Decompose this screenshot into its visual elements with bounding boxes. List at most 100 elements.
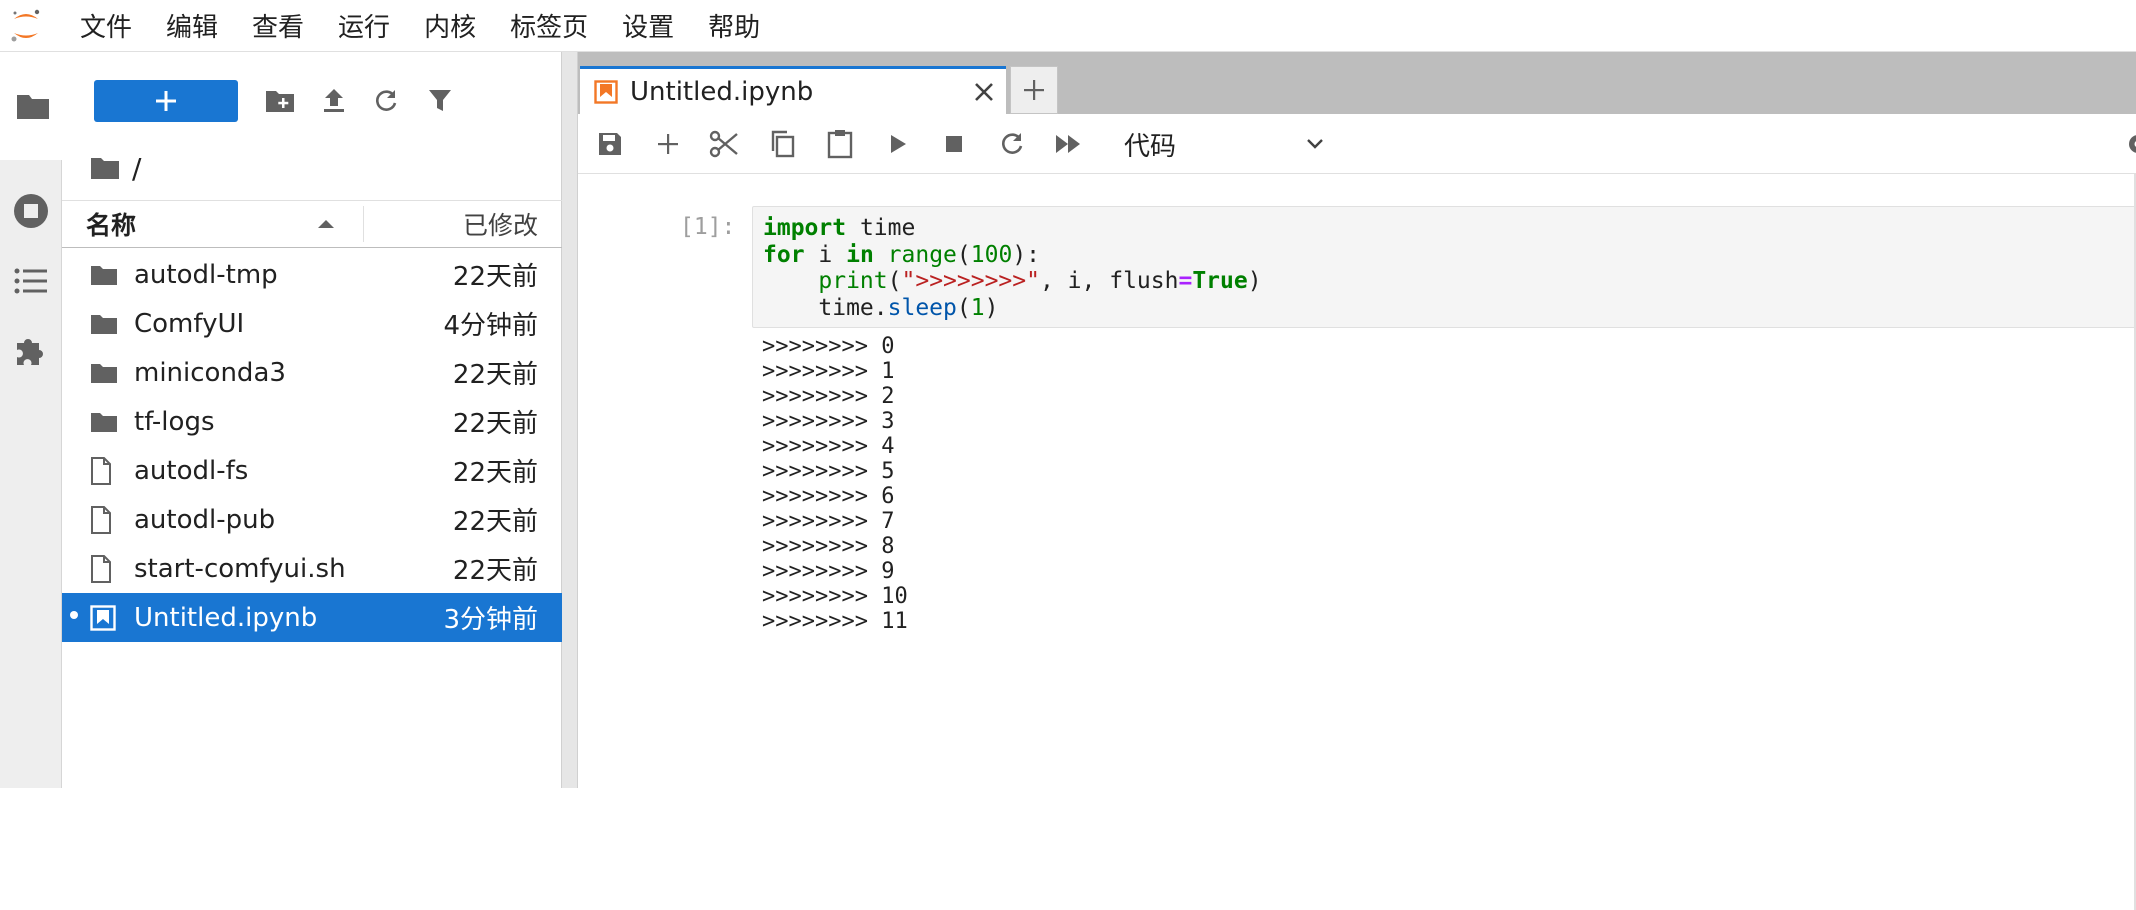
file-icon (90, 457, 112, 485)
output-value: 5 (881, 459, 894, 484)
output-value: 2 (881, 384, 894, 409)
file-name: autodl-pub (134, 505, 453, 535)
file-row-untitled-ipynb[interactable]: Untitled.ipynb 3分钟前 (62, 593, 562, 642)
file-modified: 22天前 (453, 550, 562, 587)
new-folder-icon (265, 89, 295, 113)
notebook-tab[interactable]: Untitled.ipynb (580, 66, 1006, 114)
file-modified: 22天前 (453, 256, 562, 293)
file-modified: 22天前 (453, 452, 562, 489)
play-icon (888, 133, 908, 155)
file-modified: 4分钟前 (443, 305, 562, 342)
refresh-button[interactable] (364, 80, 408, 122)
file-row-miniconda3[interactable]: miniconda3 22天前 (62, 348, 562, 397)
output-line: >>>>>>>> 4 (762, 434, 908, 459)
extension-manager-tab[interactable] (0, 316, 62, 386)
menu-kernel[interactable]: 内核 (424, 7, 476, 44)
filter-button[interactable] (418, 80, 462, 122)
plus-icon (657, 133, 679, 155)
folder-icon (16, 92, 50, 120)
menu-settings[interactable]: 设置 (622, 7, 674, 44)
file-browser-tab[interactable] (0, 52, 62, 160)
cell-type-dropdown[interactable]: 代码 (1124, 124, 1324, 164)
clipboard-icon (827, 129, 853, 159)
output-prefix: >>>>>>>> (762, 459, 868, 484)
scissors-icon (709, 130, 739, 158)
output-line: >>>>>>>> 11 (762, 609, 908, 634)
file-list-header: 名称 已修改 (62, 200, 562, 248)
save-button[interactable] (590, 124, 630, 164)
output-value: 10 (881, 584, 908, 609)
output-prefix: >>>>>>>> (762, 359, 868, 384)
file-row-comfyui[interactable]: ComfyUI 4分钟前 (62, 299, 562, 348)
output-line: >>>>>>>> 10 (762, 584, 908, 609)
list-icon (14, 267, 48, 295)
running-sessions-tab[interactable] (0, 176, 62, 246)
code-content: import time for i in range(100): print("… (763, 215, 1262, 321)
output-value: 4 (881, 434, 894, 459)
restart-run-all-button[interactable] (1048, 124, 1088, 164)
cut-button[interactable] (704, 124, 744, 164)
output-prefix: >>>>>>>> (762, 584, 868, 609)
copy-button[interactable] (762, 124, 802, 164)
file-name: start-comfyui.sh (134, 554, 453, 584)
insert-cell-button[interactable] (648, 124, 688, 164)
file-name: autodl-fs (134, 456, 453, 486)
output-line: >>>>>>>> 9 (762, 559, 908, 584)
code-cell-editor[interactable]: import time for i in range(100): print("… (752, 206, 2136, 328)
file-name: miniconda3 (134, 358, 453, 388)
run-button[interactable] (878, 124, 918, 164)
output-line: >>>>>>>> 8 (762, 534, 908, 559)
menu-view[interactable]: 查看 (252, 7, 304, 44)
output-value: 8 (881, 534, 894, 559)
home-folder-icon[interactable] (90, 156, 120, 180)
folder-icon (90, 411, 118, 433)
upload-icon (322, 88, 346, 114)
folder-icon (90, 264, 118, 286)
new-tab-button[interactable] (1010, 66, 1058, 114)
file-row-autodl-tmp[interactable]: autodl-tmp 22天前 (62, 250, 562, 299)
paste-button[interactable] (820, 124, 860, 164)
file-browser-panel: / 名称 已修改 autodl-tmp 22天前 ComfyUI 4分钟前 mi… (62, 52, 562, 788)
menu-edit[interactable]: 编辑 (166, 7, 218, 44)
table-of-contents-tab[interactable] (0, 246, 62, 316)
fast-forward-icon (1054, 133, 1082, 155)
output-value: 0 (881, 334, 894, 359)
output-line: >>>>>>>> 2 (762, 384, 908, 409)
file-modified: 22天前 (453, 501, 562, 538)
modified-column-header[interactable]: 已修改 (364, 206, 562, 242)
notebook-icon (90, 605, 116, 631)
file-row-autodl-pub[interactable]: autodl-pub 22天前 (62, 495, 562, 544)
output-line: >>>>>>>> 3 (762, 409, 908, 434)
jupyter-logo (0, 0, 52, 52)
settings-gear-icon[interactable] (2122, 128, 2136, 160)
restart-button[interactable] (992, 124, 1032, 164)
name-column-header[interactable]: 名称 (62, 206, 364, 242)
file-row-tf-logs[interactable]: tf-logs 22天前 (62, 397, 562, 446)
plus-icon (1023, 79, 1045, 101)
output-prefix: >>>>>>>> (762, 609, 868, 634)
file-name: autodl-tmp (134, 260, 453, 290)
cell-type-value: 代码 (1124, 126, 1176, 163)
output-prefix: >>>>>>>> (762, 409, 868, 434)
close-tab-button[interactable] (962, 82, 1006, 102)
output-line: >>>>>>>> 6 (762, 484, 908, 509)
interrupt-button[interactable] (934, 124, 974, 164)
file-row-autodl-fs[interactable]: autodl-fs 22天前 (62, 446, 562, 495)
new-folder-button[interactable] (258, 80, 302, 122)
upload-button[interactable] (312, 80, 356, 122)
file-row-start-comfyui[interactable]: start-comfyui.sh 22天前 (62, 544, 562, 593)
chevron-down-icon (1306, 138, 1324, 150)
menu-tabs[interactable]: 标签页 (510, 7, 588, 44)
output-prefix: >>>>>>>> (762, 434, 868, 459)
menu-help[interactable]: 帮助 (708, 7, 760, 44)
save-icon (597, 131, 623, 157)
notebook-panel: [1]: import time for i in range(100): pr… (578, 174, 2136, 788)
menu-file[interactable]: 文件 (80, 7, 132, 44)
menu-run[interactable]: 运行 (338, 7, 390, 44)
output-value: 7 (881, 509, 894, 534)
notebook-toolbar: 代码 (578, 114, 2136, 174)
breadcrumb-path[interactable]: / (132, 152, 141, 185)
file-name: ComfyUI (134, 309, 443, 339)
new-launcher-button[interactable] (94, 80, 238, 122)
panel-splitter[interactable] (562, 52, 578, 788)
